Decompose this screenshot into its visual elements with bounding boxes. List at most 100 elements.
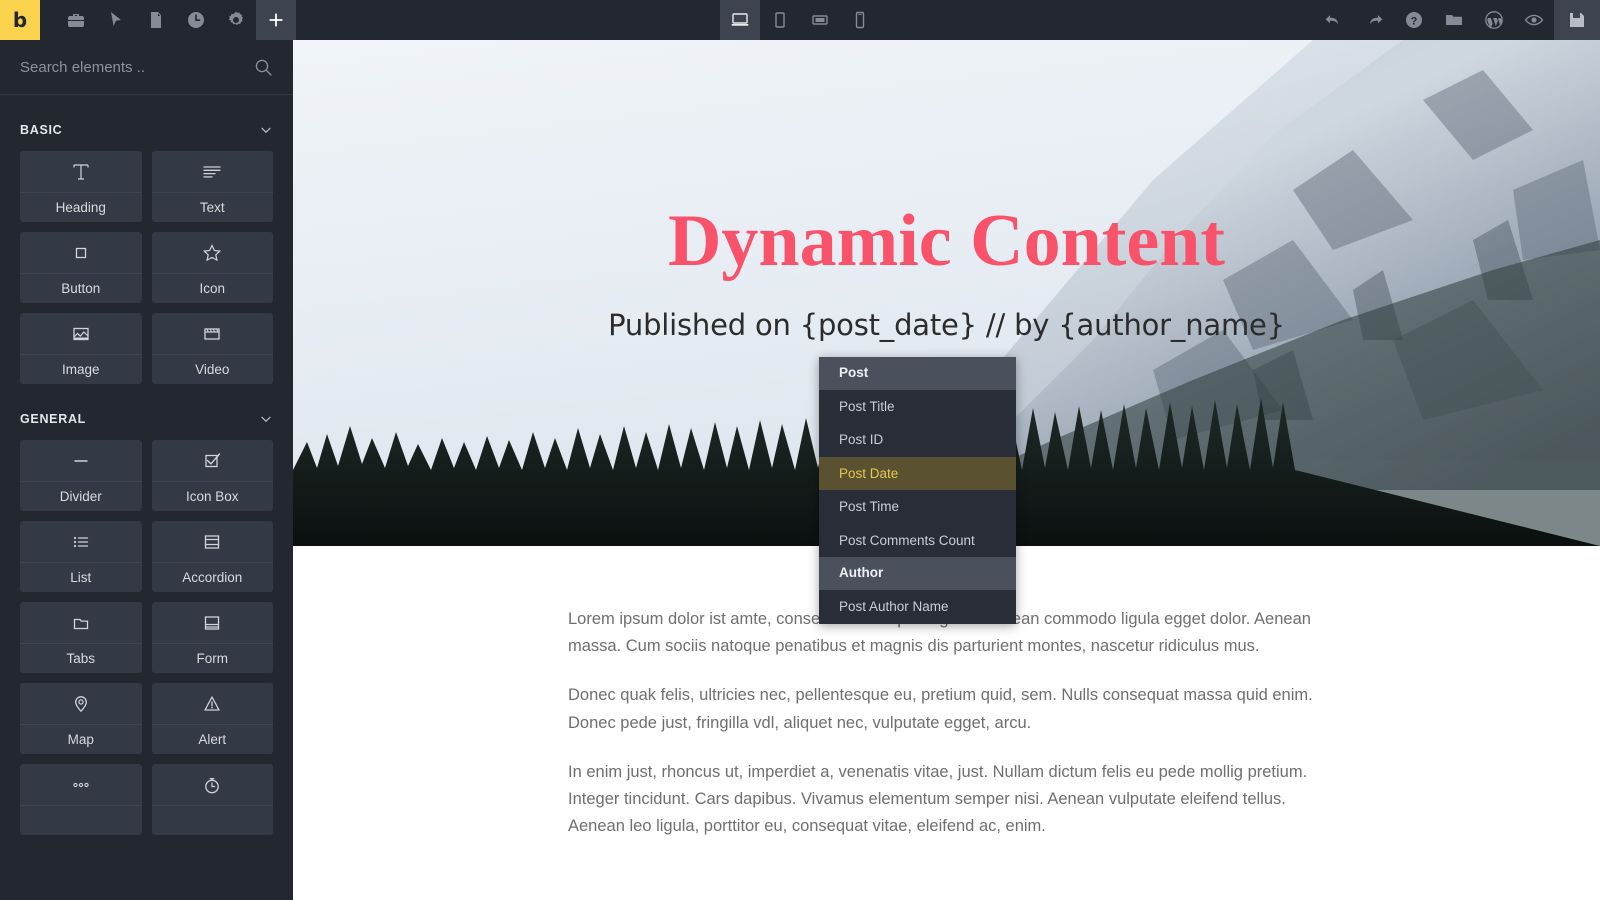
element-tile-heading[interactable]: Heading [20, 151, 142, 222]
eye-icon[interactable] [1514, 0, 1554, 40]
gear-icon[interactable] [216, 0, 256, 40]
clock-icon[interactable] [176, 0, 216, 40]
square-icon [20, 232, 142, 273]
folder-tab-icon [20, 602, 142, 643]
element-tile-list[interactable]: List [20, 521, 142, 592]
element-tile-label: Image [20, 354, 142, 384]
tablet-landscape-icon[interactable] [800, 0, 840, 40]
element-tile-map[interactable]: Map [20, 683, 142, 754]
dropdown-item-post-author-name[interactable]: Post Author Name [819, 590, 1016, 624]
dropdown-item-post-id[interactable]: Post ID [819, 423, 1016, 457]
tablet-portrait-icon[interactable] [760, 0, 800, 40]
element-tile-label: Map [20, 724, 142, 754]
paragraph[interactable]: Donec quak felis, ultricies nec, pellent… [568, 682, 1325, 736]
page-icon[interactable] [136, 0, 176, 40]
save-icon[interactable] [1554, 0, 1600, 40]
dropdown-item-post-date[interactable]: Post Date [819, 457, 1016, 491]
dropdown-group-header-post: Post [819, 357, 1016, 390]
element-tile-video[interactable]: Video [152, 313, 274, 384]
dropdown-item-post-time[interactable]: Post Time [819, 490, 1016, 524]
help-icon[interactable]: ? [1394, 0, 1434, 40]
element-tile-text[interactable]: Text [152, 151, 274, 222]
element-tile-label: Divider [20, 481, 142, 511]
list-icon [20, 521, 142, 562]
toolbar-left-group: b [0, 0, 296, 40]
redo-icon[interactable] [1354, 0, 1394, 40]
tile-grid-basic: Heading Text Button [0, 147, 293, 384]
element-tile-image[interactable]: Image [20, 313, 142, 384]
wordpress-icon[interactable] [1474, 0, 1514, 40]
app-body: BASIC Heading [0, 40, 1600, 900]
tile-grid-general: Divider Icon Box List [0, 436, 293, 835]
element-tile-label: Text [152, 192, 274, 222]
clapperboard-icon [152, 313, 274, 354]
element-tile-label: List [20, 562, 142, 592]
section-title-basic: BASIC [20, 123, 62, 137]
cursor-icon[interactable] [96, 0, 136, 40]
element-tile-label: Form [152, 643, 274, 673]
horizontal-line-icon [20, 440, 142, 481]
element-tile-icon-box[interactable]: Icon Box [152, 440, 274, 511]
map-pin-icon [20, 683, 142, 724]
element-tile-countdown[interactable] [152, 764, 274, 835]
three-dots-icon [20, 764, 142, 805]
checkbox-icon [152, 440, 274, 481]
chevron-down-icon[interactable] [259, 123, 273, 137]
section-title-general: GENERAL [20, 412, 86, 426]
search-icon[interactable] [254, 58, 273, 77]
element-tile-label: Video [152, 354, 274, 384]
toolbar-spacer [40, 0, 56, 40]
sidebar-scroll[interactable]: BASIC Heading [0, 95, 293, 900]
text-lines-icon [152, 151, 274, 192]
text-heading-icon [20, 151, 142, 192]
dropdown-group-header-author: Author [819, 557, 1016, 590]
elements-sidebar: BASIC Heading [0, 40, 293, 900]
element-tile-label [152, 805, 274, 835]
desktop-icon[interactable] [720, 0, 760, 40]
briefcase-icon[interactable] [56, 0, 96, 40]
form-icon [152, 602, 274, 643]
element-tile-label: Icon [152, 273, 274, 303]
element-tile-accordion[interactable]: Accordion [152, 521, 274, 592]
svg-text:?: ? [1411, 15, 1418, 27]
dynamic-content-dropdown[interactable]: Post Post Title Post ID Post Date Post T… [819, 357, 1016, 624]
element-tile-label: Heading [20, 192, 142, 222]
image-icon [20, 313, 142, 354]
element-tile-more[interactable] [20, 764, 142, 835]
element-tile-icon[interactable]: Icon [152, 232, 274, 303]
page-title[interactable]: Dynamic Content [668, 204, 1225, 278]
app-root: b [0, 0, 1600, 900]
star-icon [152, 232, 274, 273]
folder-icon[interactable] [1434, 0, 1474, 40]
element-tile-label [20, 805, 142, 835]
search-row [0, 40, 293, 95]
section-header-basic[interactable]: BASIC [0, 95, 293, 147]
stopwatch-icon [152, 764, 274, 805]
element-tile-label: Button [20, 273, 142, 303]
chevron-down-icon[interactable] [259, 412, 273, 426]
accordion-icon [152, 521, 274, 562]
warning-triangle-icon [152, 683, 274, 724]
element-tile-divider[interactable]: Divider [20, 440, 142, 511]
element-tile-label: Tabs [20, 643, 142, 673]
undo-icon[interactable] [1314, 0, 1354, 40]
element-tile-tabs[interactable]: Tabs [20, 602, 142, 673]
paragraph[interactable]: In enim just, rhoncus ut, imperdiet a, v… [568, 759, 1325, 841]
element-tile-label: Accordion [152, 562, 274, 592]
add-element-button[interactable] [256, 0, 296, 40]
element-tile-label: Alert [152, 724, 274, 754]
element-tile-label: Icon Box [152, 481, 274, 511]
toolbar-right-group: ? [1314, 0, 1600, 40]
brizy-logo[interactable]: b [0, 0, 40, 40]
dropdown-item-post-title[interactable]: Post Title [819, 390, 1016, 424]
mobile-icon[interactable] [840, 0, 880, 40]
element-tile-form[interactable]: Form [152, 602, 274, 673]
element-tile-button[interactable]: Button [20, 232, 142, 303]
hero-subtitle[interactable]: Published on {post_date} // by {author_n… [608, 308, 1285, 342]
top-toolbar: b [0, 0, 1600, 40]
section-header-general[interactable]: GENERAL [0, 384, 293, 436]
dropdown-item-post-comments-count[interactable]: Post Comments Count [819, 524, 1016, 558]
search-input[interactable] [20, 59, 246, 76]
element-tile-alert[interactable]: Alert [152, 683, 274, 754]
article-column: Lorem ipsum dolor ist amte, consectetuer… [568, 606, 1325, 863]
